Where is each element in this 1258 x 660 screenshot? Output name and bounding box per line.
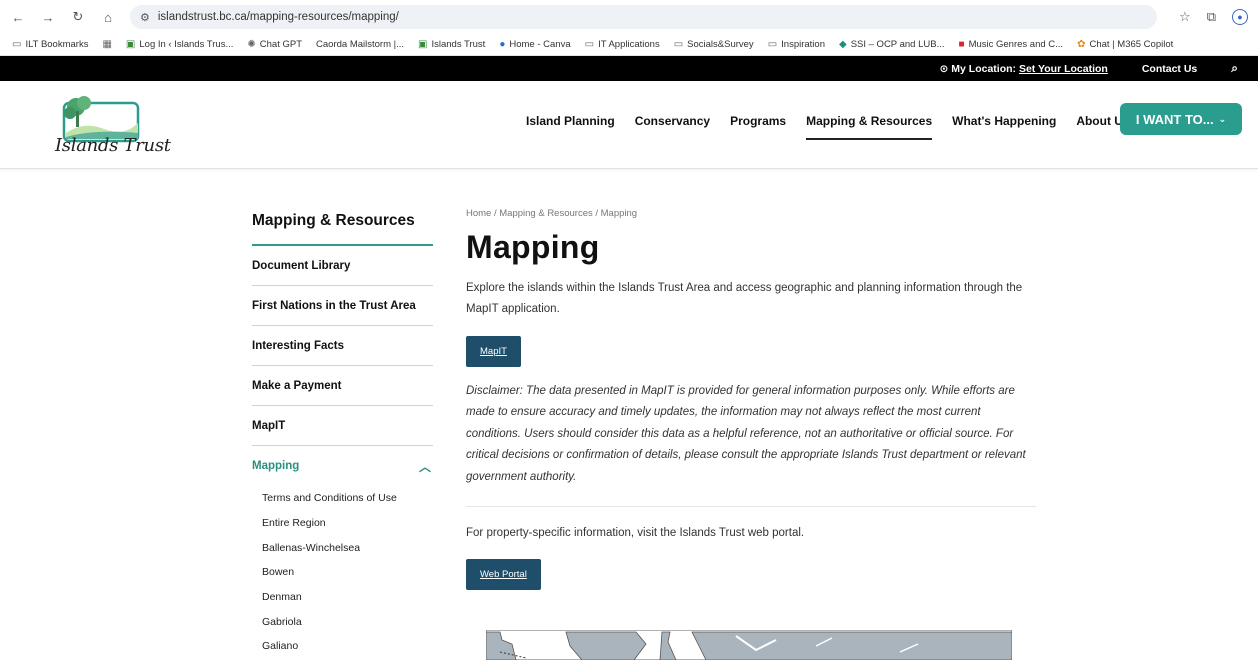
copilot-icon: ✿ (1077, 39, 1086, 50)
bookmark-item[interactable]: ▭ IT Applications (585, 39, 660, 50)
address-bar[interactable]: ⚙ islandstrust.bc.ca/mapping-resources/m… (130, 5, 1158, 29)
site-header: Islands Trust Island Planning Conservanc… (0, 81, 1258, 169)
breadcrumb[interactable]: Home / Mapping & Resources / Mapping (466, 208, 1036, 219)
utility-bar: ⊙ My Location: Set Your Location Contact… (0, 56, 1258, 81)
set-location-link[interactable]: Set Your Location (1019, 63, 1108, 75)
bookmarks-bar: ▭ ILT Bookmarks ▦ ▣ Log In ‹ Islands Trus.… (0, 34, 1258, 56)
nav-programs[interactable]: Programs (730, 114, 786, 140)
sub-item-entire-region[interactable]: Entire Region (262, 511, 433, 536)
bookmark-item[interactable]: ● Home - Canva (499, 39, 570, 50)
reload-icon[interactable]: ↻ (70, 9, 86, 25)
site-icon: ▣ (125, 39, 136, 50)
bookmark-item[interactable]: ▣ Islands Trust (418, 39, 485, 50)
music-icon: ■ (958, 39, 965, 50)
extensions-icon[interactable]: ⧉ (1207, 9, 1216, 25)
sidebar-sub-list: Terms and Conditions of Use Entire Regio… (252, 486, 433, 659)
main-content: Home / Mapping & Resources / Mapping Map… (466, 208, 1036, 591)
sidebar: Mapping & Resources Document Library Fir… (252, 200, 433, 659)
divider (466, 506, 1036, 508)
sidebar-item-mapit[interactable]: MapIT (252, 406, 433, 446)
chatgpt-icon: ✺ (247, 39, 256, 50)
nav-whats-happening[interactable]: What's Happening (952, 114, 1056, 140)
bookmark-item[interactable]: ■ Music Genres and C... (959, 39, 1064, 50)
folder-icon: ▭ (584, 39, 595, 50)
location-pin-icon: ⊙ (939, 62, 949, 75)
disclaimer-text: Disclaimer: The data presented in MapIT … (466, 385, 1026, 483)
sub-item-terms[interactable]: Terms and Conditions of Use (262, 486, 433, 511)
site-icon: ▣ (418, 39, 428, 50)
bookmark-item[interactable]: ▭ ILT Bookmarks (12, 39, 88, 50)
location-selector[interactable]: ⊙ My Location: Set Your Location (940, 63, 1108, 75)
chevron-down-icon: ⌄ (1218, 113, 1227, 124)
forward-icon[interactable]: → (40, 10, 56, 25)
intro-text: Explore the islands within the Islands T… (466, 282, 1023, 315)
sidebar-item-first-nations[interactable]: First Nations in the Trust Area (252, 286, 433, 326)
canva-icon: ● (499, 39, 506, 50)
sidebar-item-make-payment[interactable]: Make a Payment (252, 366, 433, 406)
sub-item-ballenas-winchelsea[interactable]: Ballenas-Winchelsea (262, 535, 433, 560)
bookmark-item[interactable]: ▭ Socials&Survey (674, 39, 754, 50)
site-info-icon[interactable]: ⚙ (140, 11, 150, 24)
sidebar-item-mapping[interactable]: Mapping ︿ (252, 446, 433, 486)
search-icon[interactable]: ⌕ (1231, 61, 1238, 76)
sidebar-item-interesting-facts[interactable]: Interesting Facts (252, 326, 433, 366)
sidebar-item-document-library[interactable]: Document Library (252, 246, 433, 286)
i-want-to-button[interactable]: I WANT TO... ⌄ (1120, 103, 1242, 135)
browser-toolbar: ← → ↻ ⌂ ⚙ islandstrust.bc.ca/mapping-res… (0, 0, 1258, 34)
profile-icon[interactable]: ● (1232, 9, 1248, 25)
bookmark-item[interactable]: ▣ Log In ‹ Islands Trus... (126, 39, 233, 50)
nav-conservancy[interactable]: Conservancy (635, 114, 710, 140)
bookmark-item[interactable]: ✿ Chat | M365 Copilot (1077, 39, 1173, 50)
nav-island-planning[interactable]: Island Planning (526, 114, 615, 140)
contact-link[interactable]: Contact Us (1142, 63, 1197, 75)
sub-item-gabriola[interactable]: Gabriola (262, 609, 433, 634)
home-icon[interactable]: ⌂ (100, 10, 116, 25)
chevron-up-icon[interactable]: ︿ (419, 458, 431, 475)
folder-icon: ▭ (767, 39, 778, 50)
bookmark-item[interactable]: ◆ SSI – OCP and LUB... (839, 39, 945, 50)
main-nav: Island Planning Conservancy Programs Map… (526, 114, 1130, 140)
folder-icon: ▭ (673, 39, 684, 50)
mapit-button[interactable]: MapIT (466, 336, 521, 367)
folder-icon: ▭ (12, 39, 22, 50)
sub-item-galiano[interactable]: Galiano (262, 634, 433, 659)
web-portal-button[interactable]: Web Portal (466, 559, 541, 591)
site-icon: ◆ (838, 39, 847, 50)
logo-text: Islands Trust (55, 135, 171, 156)
page-title: Mapping (466, 229, 600, 265)
url-text: islandstrust.bc.ca/mapping-resources/map… (157, 11, 399, 23)
portal-text: For property-specific information, visit… (466, 527, 805, 540)
sub-item-denman[interactable]: Denman (262, 585, 433, 610)
bookmark-item[interactable]: Caorda Mailstorm |... (316, 39, 404, 50)
nav-mapping-resources[interactable]: Mapping & Resources (806, 114, 933, 140)
sub-item-bowen[interactable]: Bowen (262, 560, 433, 585)
apps-icon[interactable]: ▦ (102, 39, 111, 50)
star-icon[interactable]: ☆ (1179, 9, 1191, 25)
bookmark-item[interactable]: ▭ Inspiration (768, 39, 825, 50)
bookmark-item[interactable]: ✺ Chat GPT (247, 39, 302, 50)
sidebar-title: Mapping & Resources (252, 200, 433, 246)
back-icon[interactable]: ← (10, 10, 26, 25)
